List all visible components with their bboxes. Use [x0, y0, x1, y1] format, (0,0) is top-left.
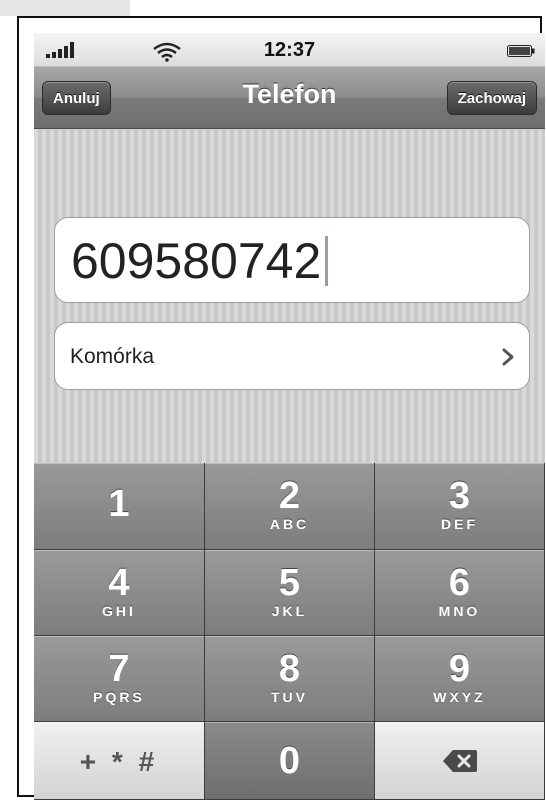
phone-number-field[interactable]: 609580742	[54, 217, 530, 303]
key-9-digit: 9	[448, 648, 471, 690]
phone-label-selector[interactable]: Komórka	[54, 322, 530, 390]
key-0[interactable]: 0	[205, 722, 375, 800]
text-cursor	[325, 236, 329, 286]
save-button[interactable]: Zachowaj	[446, 81, 537, 115]
key-7[interactable]: 7 PQRS	[34, 636, 205, 722]
status-time: 12:37	[263, 39, 316, 61]
phone-label-value: Komórka	[70, 345, 155, 368]
phone-screen: 12:37 Anuluj Telefon Zachowaj 609580742 …	[34, 33, 545, 800]
screenshot-frame: 12:37 Anuluj Telefon Zachowaj 609580742 …	[17, 16, 545, 800]
form-area: 609580742 Komórka	[34, 129, 545, 463]
key-1[interactable]: 1	[34, 463, 205, 550]
key-6-digit: 6	[448, 562, 471, 604]
key-3-letters: DEF	[441, 516, 478, 532]
key-7-digit: 7	[108, 648, 130, 690]
symbols-key[interactable]: + * #	[34, 722, 205, 800]
key-9[interactable]: 9 WXYZ	[375, 636, 545, 722]
corner-tab	[0, 0, 130, 16]
chevron-right-icon	[502, 348, 514, 366]
battery-icon	[507, 45, 535, 57]
phone-number-value: 609580742	[71, 233, 322, 289]
key-2[interactable]: 2 ABC	[205, 463, 375, 550]
key-2-digit: 2	[278, 475, 301, 517]
key-3-digit: 3	[448, 475, 471, 517]
key-8-digit: 8	[278, 648, 301, 690]
key-1-digit: 1	[108, 483, 130, 525]
key-2-letters: ABC	[269, 516, 310, 532]
backspace-key[interactable]	[375, 722, 545, 800]
numeric-keypad: 1 2 ABC 3 DEF 4 GHI 5 JKL 6 MNO 7 PQRS 8…	[34, 463, 545, 800]
key-5-letters: JKL	[271, 603, 308, 619]
phone-number-value-wrap: 609580742	[71, 232, 329, 290]
key-0-digit: 0	[278, 740, 301, 782]
key-9-letters: WXYZ	[433, 689, 486, 705]
key-3[interactable]: 3 DEF	[375, 463, 545, 550]
key-4-digit: 4	[108, 562, 130, 604]
key-8-letters: TUV	[271, 689, 308, 705]
key-4[interactable]: 4 GHI	[34, 550, 205, 636]
key-4-letters: GHI	[102, 603, 136, 619]
key-5-digit: 5	[278, 562, 301, 604]
key-6[interactable]: 6 MNO	[375, 550, 545, 636]
symbols-key-label: + * #	[79, 746, 159, 777]
key-8[interactable]: 8 TUV	[205, 636, 375, 722]
backspace-icon	[442, 749, 477, 772]
key-5[interactable]: 5 JKL	[205, 550, 375, 636]
key-7-letters: PQRS	[93, 689, 145, 705]
key-6-letters: MNO	[438, 603, 481, 619]
status-bar: 12:37	[34, 33, 545, 67]
navigation-bar: Anuluj Telefon Zachowaj	[34, 67, 545, 129]
